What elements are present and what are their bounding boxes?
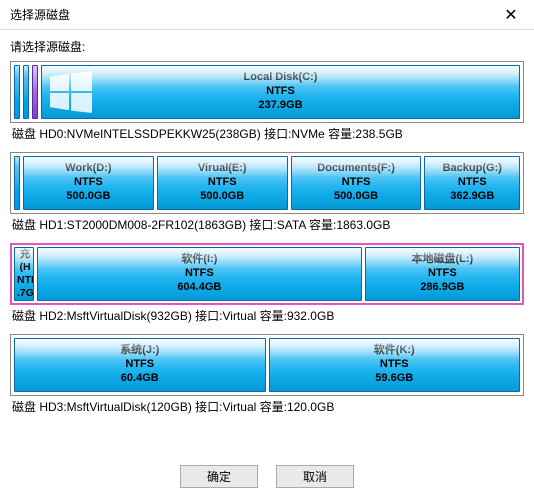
partition-name: 软件(K:) [374, 344, 415, 358]
partition[interactable]: Local Disk(C:)NTFS237.9GB [41, 65, 520, 119]
partition-stub [23, 65, 29, 119]
partition-fs: NTFS [342, 176, 371, 190]
ok-button[interactable]: 确定 [180, 465, 258, 488]
partition-fs: NTFS [185, 267, 214, 281]
disk-row[interactable]: 系统(J:)NTFS60.4GB软件(K:)NTFS59.6GB [10, 334, 524, 396]
disk-info-label: 磁盘 HD2:MsftVirtualDisk(932GB) 接口:Virtual… [10, 307, 524, 324]
disk-info-label: 磁盘 HD1:ST2000DM008-2FR102(1863GB) 接口:SAT… [10, 216, 524, 233]
partition[interactable]: Virual(E:)NTFS500.0GB [157, 156, 288, 210]
partition-size: 500.0GB [200, 190, 244, 204]
partition-name: 系统(J:) [120, 344, 159, 358]
prompt-label: 请选择源磁盘: [10, 38, 524, 55]
partition-size: 500.0GB [334, 190, 378, 204]
partition-fs: NTFS [428, 267, 457, 281]
close-button[interactable]: ✕ [496, 3, 526, 27]
partition[interactable]: 软件(I:)NTFS604.4GB [37, 247, 362, 301]
disk-row[interactable]: Local Disk(C:)NTFS237.9GB [10, 61, 524, 123]
partition-size: 604.4GB [177, 281, 221, 295]
partition-fs: NTFS [380, 358, 409, 372]
partition[interactable]: Backup(G:)NTFS362.9GB [424, 156, 520, 210]
partition-size: 286.9GB [420, 281, 464, 295]
close-icon: ✕ [504, 5, 517, 25]
partition-size: 237.9GB [258, 99, 302, 113]
partition-name: Work(D:) [65, 162, 111, 176]
partition[interactable]: Work(D:)NTFS500.0GB [23, 156, 154, 210]
partition-stub [14, 65, 20, 119]
partition-fs: NTFS [74, 176, 103, 190]
partition-stub [32, 65, 38, 119]
partition-fs: NTFF [17, 274, 34, 287]
disk-row[interactable]: 充(HNTFF.7G软件(I:)NTFS604.4GB本地磁盘(L:)NTFS2… [10, 243, 524, 305]
partition-name: Documents(F:) [317, 162, 395, 176]
partition-name: 软件(I:) [181, 253, 217, 267]
partition-size: 60.4GB [121, 372, 159, 386]
partition[interactable]: 软件(K:)NTFS59.6GB [269, 338, 521, 392]
partition-fs: NTFS [266, 85, 295, 99]
windows-logo-icon [50, 71, 92, 113]
partition-fs: NTFS [125, 358, 154, 372]
partition-size: 500.0GB [66, 190, 110, 204]
partition[interactable]: 系统(J:)NTFS60.4GB [14, 338, 266, 392]
partition-name: Local Disk(C:) [244, 71, 318, 85]
disk-info-label: 磁盘 HD3:MsftVirtualDisk(120GB) 接口:Virtual… [10, 398, 524, 415]
partition[interactable]: Documents(F:)NTFS500.0GB [291, 156, 422, 210]
dialog-content: 请选择源磁盘: Local Disk(C:)NTFS237.9GB磁盘 HD0:… [0, 30, 534, 415]
partition[interactable]: 充(HNTFF.7G [14, 247, 34, 301]
partition-name: 充(H [17, 248, 33, 274]
partition-fs: NTFS [458, 176, 487, 190]
partition-size: 362.9GB [450, 190, 494, 204]
disk-info-label: 磁盘 HD0:NVMeINTELSSDPEKKW25(238GB) 接口:NVM… [10, 125, 524, 142]
partition-fs: NTFS [208, 176, 237, 190]
partition-name: Backup(G:) [443, 162, 502, 176]
partition-size: .7G [17, 287, 34, 300]
disk-row[interactable]: Work(D:)NTFS500.0GBVirual(E:)NTFS500.0GB… [10, 152, 524, 214]
titlebar: 选择源磁盘 ✕ [0, 0, 534, 30]
window-title: 选择源磁盘 [10, 6, 70, 23]
partition-size: 59.6GB [375, 372, 413, 386]
button-bar: 确定 取消 [0, 455, 534, 500]
partition-stub [14, 156, 20, 210]
partition-name: Virual(E:) [198, 162, 247, 176]
partition[interactable]: 本地磁盘(L:)NTFS286.9GB [365, 247, 520, 301]
partition-name: 本地磁盘(L:) [411, 253, 473, 267]
cancel-button[interactable]: 取消 [276, 465, 354, 488]
